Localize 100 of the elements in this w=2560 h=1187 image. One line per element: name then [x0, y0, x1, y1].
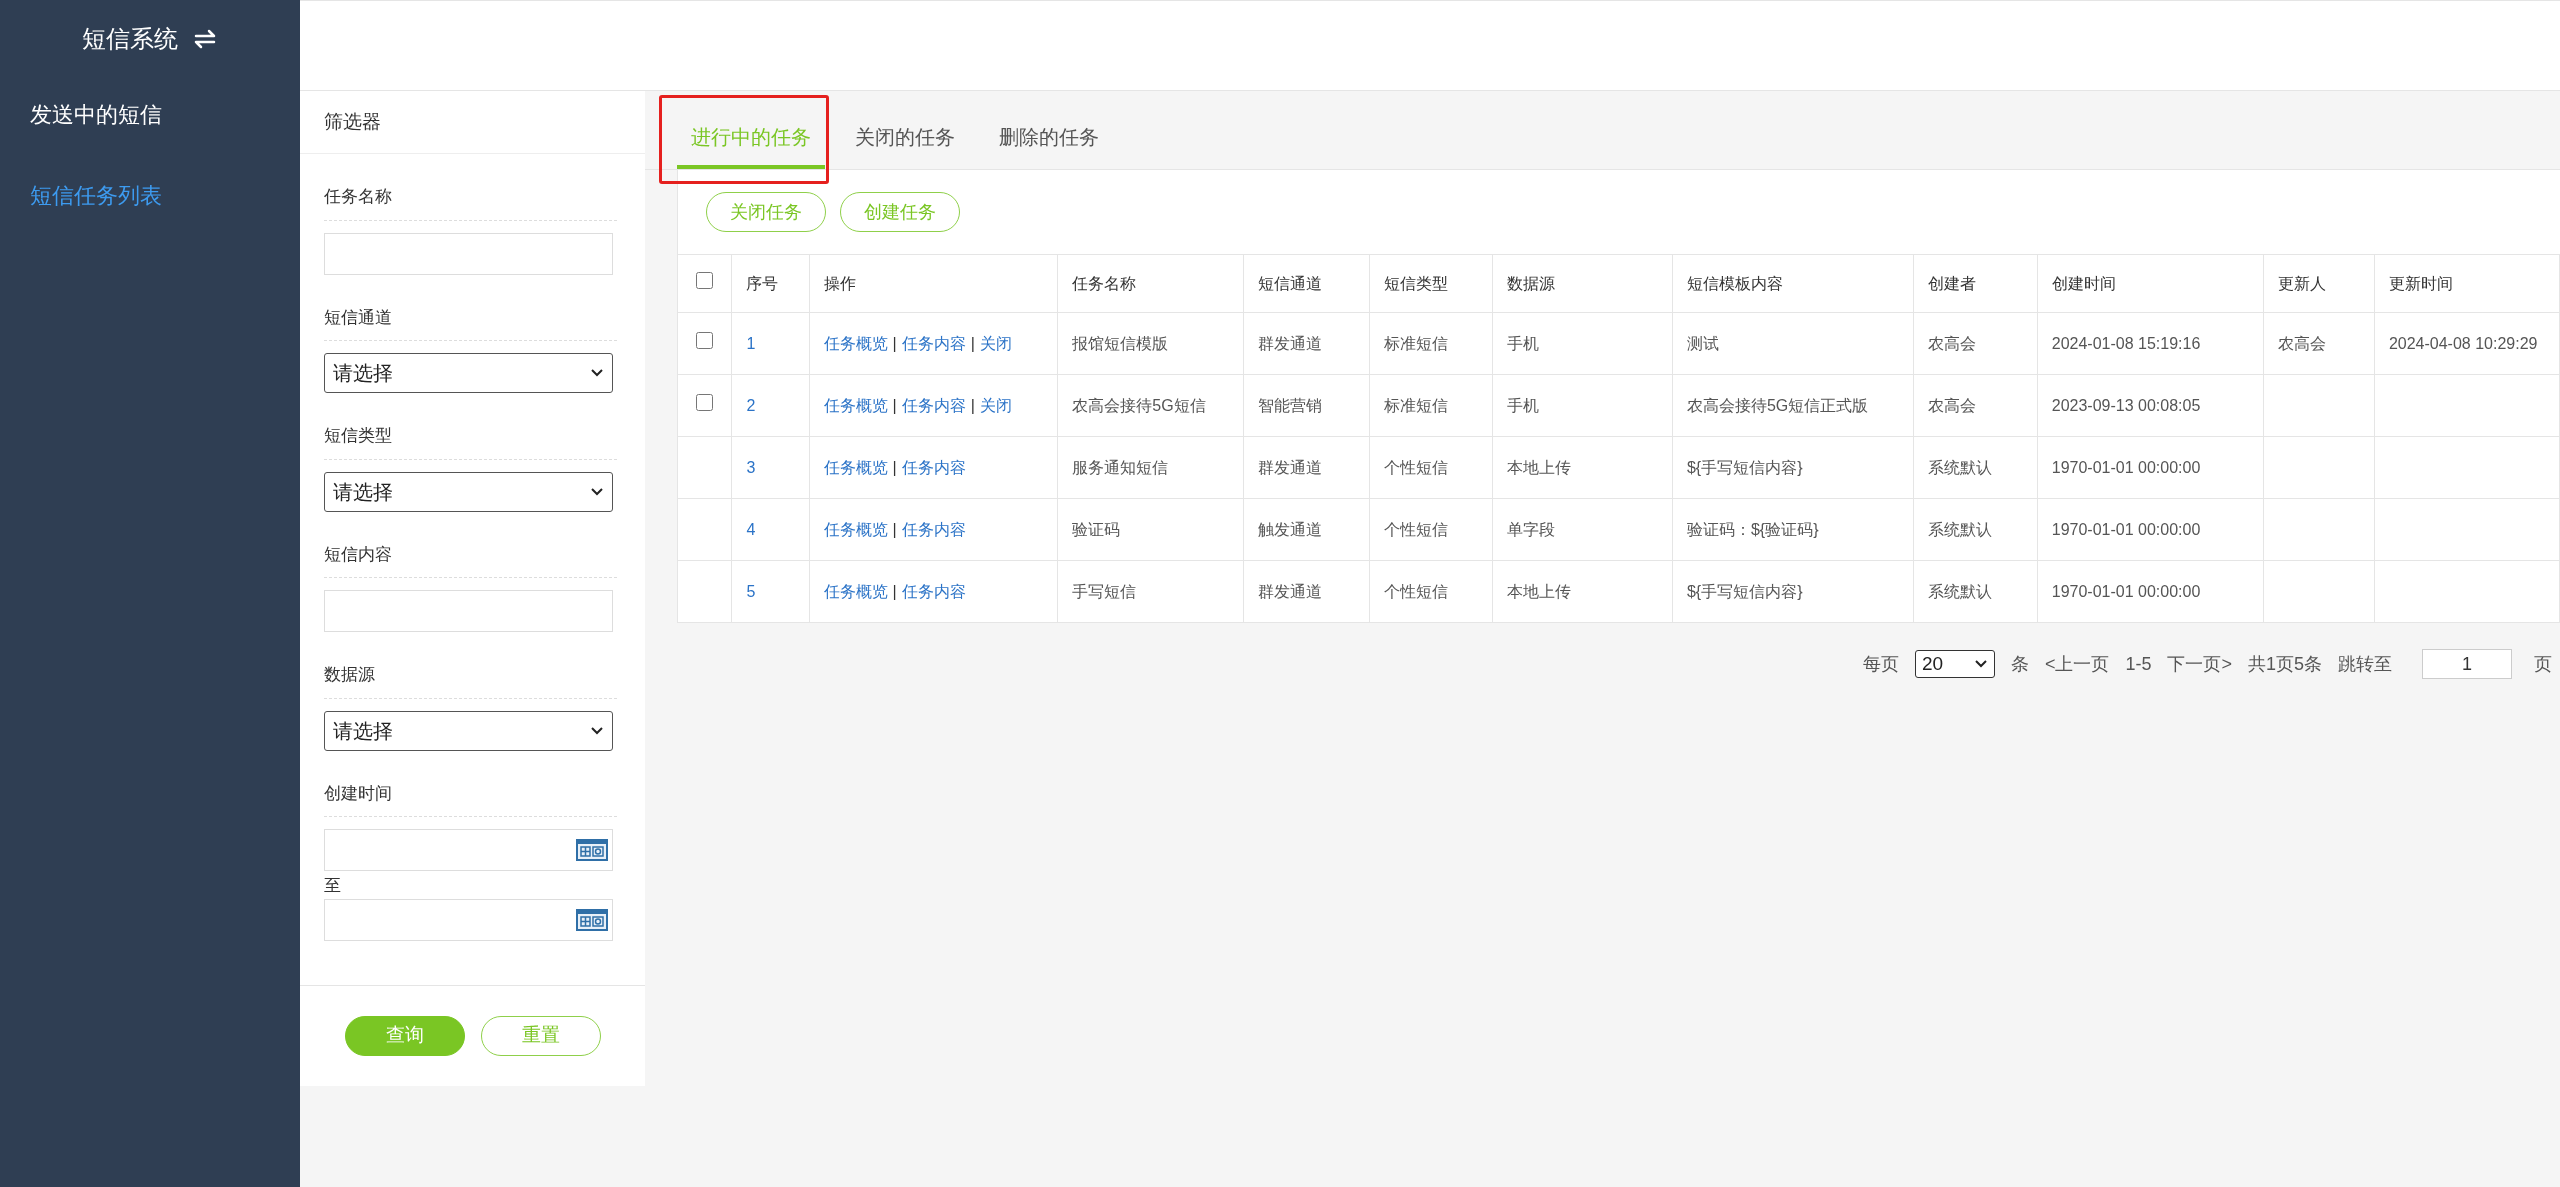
table-cell: 手机 — [1507, 334, 1540, 352]
link-separator: | — [892, 458, 897, 476]
table-cell: 1 — [746, 334, 756, 352]
swap-arrows-icon[interactable] — [192, 28, 218, 50]
table-cell: 报馆短信模版 — [1072, 334, 1169, 352]
date-field[interactable] — [324, 898, 613, 941]
page-size-select[interactable]: 20 — [1914, 650, 1995, 678]
row-checkbox[interactable] — [696, 271, 714, 289]
row-link[interactable]: 关闭 — [979, 396, 1012, 414]
table-cell: 测试 — [1686, 334, 1719, 352]
column-header: 创建者 — [1913, 254, 2038, 313]
row-checkbox[interactable] — [696, 331, 714, 349]
date-field[interactable] — [324, 829, 613, 871]
column-header: 短信通道 — [1243, 254, 1370, 313]
table-cell: 3 — [746, 458, 756, 476]
page-input[interactable]: 1 — [2422, 649, 2512, 679]
chevron-down-icon — [1973, 659, 1988, 669]
row-link[interactable]: 任务概览 — [823, 396, 888, 414]
table-cell: 农高会 — [1928, 334, 1977, 352]
column-header: 数据源 — [1492, 254, 1673, 313]
next-page-link[interactable]: 下一页> — [2167, 650, 2232, 678]
chevron-down-icon — [590, 725, 604, 736]
row-checkbox[interactable] — [696, 393, 714, 411]
table-cell: 手机 — [1507, 396, 1540, 414]
chevron-down-icon — [590, 486, 604, 497]
table-cell: 个性短信 — [1383, 520, 1448, 538]
column-header: 更新时间 — [2374, 254, 2560, 313]
column-header: 任务名称 — [1057, 254, 1244, 313]
column-header: 短信类型 — [1369, 254, 1493, 313]
tab[interactable]: 关闭的任务 — [841, 109, 969, 169]
calendar-icon[interactable] — [576, 908, 608, 931]
field-label: 短信类型 — [324, 426, 392, 445]
row-link[interactable]: 任务概览 — [823, 458, 888, 476]
link-separator: | — [892, 334, 897, 352]
row-link[interactable]: 任务概览 — [823, 520, 888, 538]
table-cell: 2 — [746, 396, 756, 414]
table-cell: 验证码：${验证码} — [1686, 520, 1819, 538]
row-link[interactable]: 任务内容 — [901, 458, 966, 476]
table-cell: 农高会 — [1928, 396, 1977, 414]
table-cell: 标准短信 — [1383, 396, 1448, 414]
table-cell: 农高会 — [2277, 334, 2326, 352]
select-field[interactable]: 请选择 — [324, 471, 613, 512]
tab[interactable]: 删除的任务 — [985, 109, 1113, 169]
link-separator: | — [892, 396, 897, 414]
row-link[interactable]: 关闭 — [979, 334, 1012, 352]
table-cell: 系统默认 — [1928, 582, 1993, 600]
table-cell: 1970-01-01 00:00:00 — [2051, 582, 2201, 600]
table-cell: 触发通道 — [1258, 520, 1323, 538]
table-cell: 服务通知短信 — [1072, 458, 1169, 476]
row-link[interactable]: 任务概览 — [823, 582, 888, 600]
table-cell: 验证码 — [1072, 520, 1121, 538]
panel-title: 筛选器 — [324, 109, 381, 134]
table-cell: 个性短信 — [1383, 582, 1448, 600]
page-range: 1-5 — [2125, 652, 2152, 676]
table-cell: 本地上传 — [1507, 582, 1572, 600]
row-link[interactable]: 任务内容 — [901, 396, 966, 414]
table-cell: ${手写短信内容} — [1686, 582, 1803, 600]
field-label: 数据源 — [324, 665, 375, 684]
table-cell: 群发通道 — [1258, 334, 1323, 352]
table-cell: 农高会接待5G短信正式版 — [1686, 396, 1869, 414]
field-label: 短信通道 — [324, 307, 392, 327]
row-link[interactable]: 任务内容 — [901, 520, 966, 538]
table-cell: 1970-01-01 00:00:00 — [2051, 520, 2201, 538]
select-field[interactable]: 请选择 — [324, 710, 613, 751]
row-link[interactable]: 任务概览 — [823, 334, 888, 352]
select-field[interactable]: 请选择 — [324, 353, 613, 393]
pagination-label: 每页 — [1862, 652, 1899, 676]
column-header: 创建时间 — [2037, 254, 2264, 313]
nav-item[interactable]: 短信任务列表 — [30, 179, 300, 212]
calendar-icon[interactable] — [576, 839, 608, 861]
column-header: 更新人 — [2263, 254, 2375, 313]
table-cell: 2024-01-08 15:19:16 — [2051, 334, 2201, 352]
table-cell: 4 — [746, 520, 756, 538]
table-cell: 标准短信 — [1383, 334, 1448, 352]
table-cell: 系统默认 — [1928, 458, 1993, 476]
table-cell: ${手写短信内容} — [1686, 458, 1803, 476]
column-header: 短信模板内容 — [1672, 254, 1914, 313]
range-separator: 至 — [324, 875, 342, 897]
link-separator: | — [970, 396, 975, 414]
column-header: 操作 — [809, 254, 1058, 313]
row-link[interactable]: 任务内容 — [901, 334, 966, 352]
input-field[interactable] — [324, 232, 613, 275]
nav-item[interactable]: 发送中的短信 — [30, 98, 300, 131]
link-separator: | — [892, 582, 897, 600]
table-cell: 单字段 — [1507, 520, 1556, 538]
table-cell: 个性短信 — [1383, 458, 1448, 476]
chevron-down-icon — [590, 368, 604, 378]
table-cell: 智能营销 — [1258, 396, 1323, 414]
input-field[interactable] — [324, 590, 613, 632]
prev-page-link[interactable]: <上一页 — [2044, 650, 2110, 678]
table-cell: 群发通道 — [1258, 582, 1323, 600]
row-link[interactable]: 任务内容 — [901, 582, 966, 600]
table-cell: 系统默认 — [1928, 520, 1993, 538]
page-total: 共1页5条 — [2247, 652, 2322, 676]
app-title: 短信系统 — [82, 24, 178, 54]
table-cell: 手写短信 — [1072, 582, 1137, 600]
pagination-label: 条 — [2010, 652, 2029, 676]
column-header: 序号 — [731, 254, 810, 313]
table-cell: 本地上传 — [1507, 458, 1572, 476]
table-cell: 2024-04-08 10:29:29 — [2388, 334, 2538, 352]
